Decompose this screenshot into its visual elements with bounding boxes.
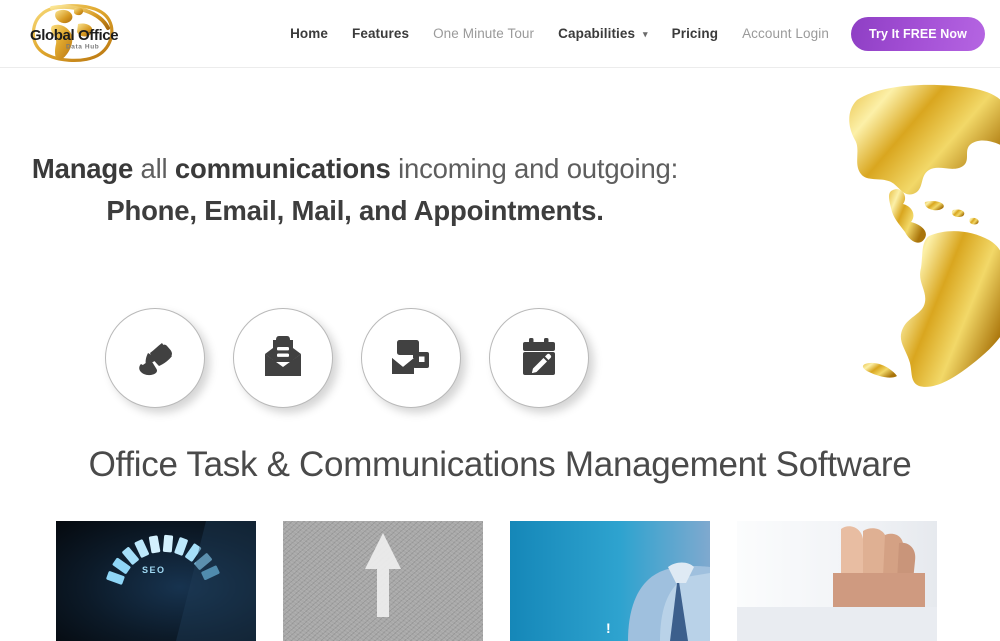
feature-circle-mail[interactable] <box>361 308 461 408</box>
feature-circle-phone[interactable] <box>105 308 205 408</box>
card-hands[interactable] <box>737 521 937 641</box>
calendar-edit-icon <box>512 331 566 385</box>
headline-word-communications: communications <box>174 153 391 184</box>
headline-word-incoming: incoming and outgoing: <box>398 153 679 184</box>
phone-icon <box>128 331 182 385</box>
try-it-free-button[interactable]: Try It FREE Now <box>850 17 985 51</box>
svg-text:!: ! <box>606 620 611 636</box>
logo-tagline: Data Hub <box>66 44 99 51</box>
nav-item-features[interactable]: Features <box>340 27 421 41</box>
card-blue[interactable]: ! <box>510 521 710 641</box>
site-header: Global Office Data Hub Home Features One… <box>0 0 1000 68</box>
svg-text:SEO: SEO <box>142 565 166 575</box>
feature-circle-email[interactable] <box>233 308 333 408</box>
email-icon <box>255 330 311 386</box>
nav-item-one-minute-tour[interactable]: One Minute Tour <box>421 27 546 41</box>
card-gauge-image: SEO <box>56 521 256 641</box>
feature-circle-appointments[interactable] <box>489 308 589 408</box>
nav-item-account-login[interactable]: Account Login <box>730 27 841 41</box>
hero-section: Manage all communications incoming and o… <box>0 68 1000 423</box>
headline-word-manage: Manage <box>31 153 134 184</box>
headline-word-all: all <box>140 153 168 184</box>
main-navigation: Home Features One Minute Tour Capabiliti… <box>278 0 985 68</box>
card-gauge[interactable]: SEO <box>56 521 256 641</box>
card-hands-image <box>737 521 937 641</box>
logo-wordmark: Global Office <box>30 27 118 44</box>
hero-headline-line1: Manage all communications incoming and o… <box>0 150 710 188</box>
feature-card-row: SEO ! <box>56 521 937 641</box>
card-blue-image: ! <box>510 521 710 641</box>
logo[interactable]: Global Office Data Hub <box>22 2 122 64</box>
nav-item-home[interactable]: Home <box>278 27 340 41</box>
chevron-down-icon: ▾ <box>642 29 648 40</box>
card-road[interactable] <box>283 521 483 641</box>
americas-globe-icon <box>821 78 1000 398</box>
nav-item-capabilities[interactable]: Capabilities ▾ <box>546 27 659 41</box>
feature-icon-row <box>105 308 589 408</box>
nav-item-pricing[interactable]: Pricing <box>660 27 730 41</box>
section-title: Office Task & Communications Management … <box>88 445 912 484</box>
hero-headline: Manage all communications incoming and o… <box>0 150 710 230</box>
hero-headline-line2: Phone, Email, Mail, and Appointments. <box>106 195 604 226</box>
mail-icon <box>383 330 439 386</box>
nav-item-capabilities-label: Capabilities <box>558 26 636 42</box>
card-road-image <box>283 521 483 641</box>
